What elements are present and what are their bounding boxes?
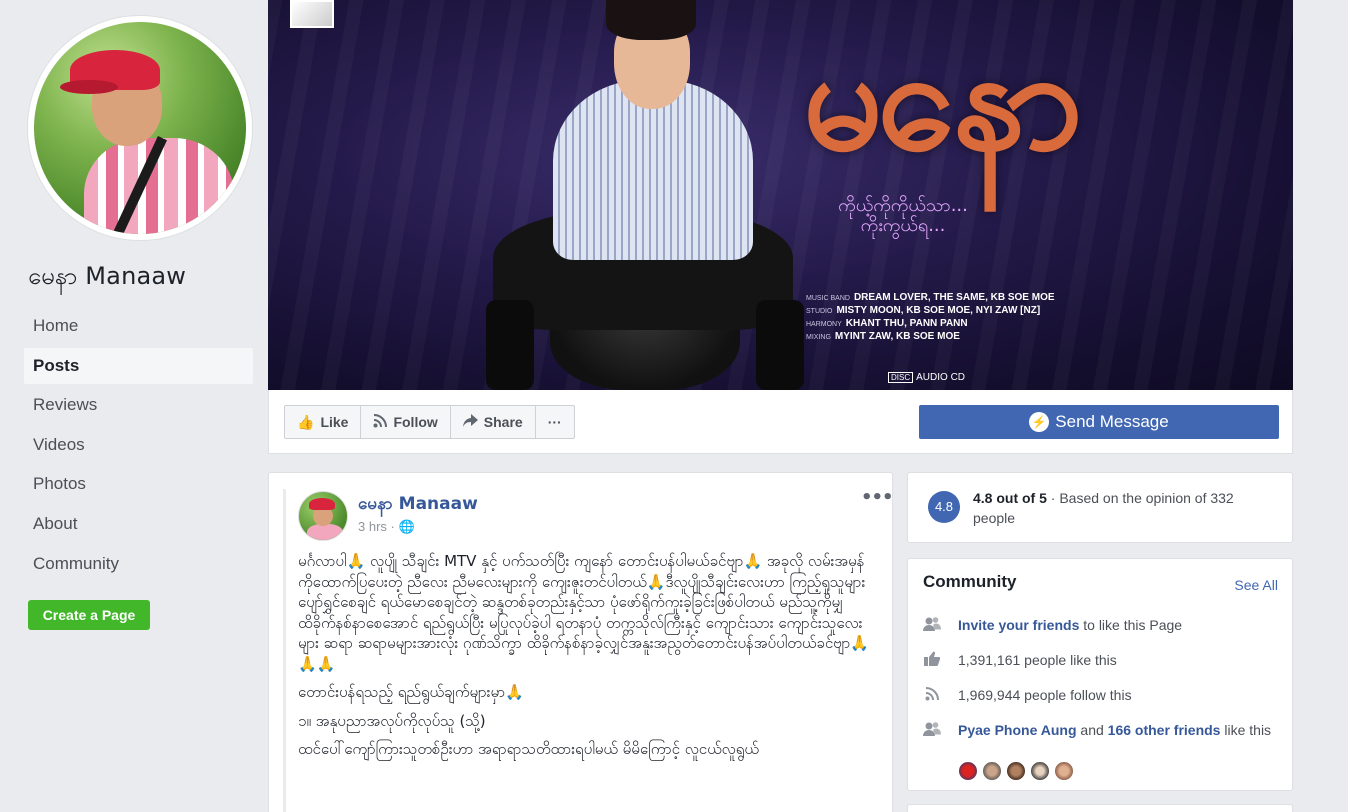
rating-badge: 4.8 — [928, 491, 960, 523]
invite-friends-row: Invite your friends to like this Page — [923, 615, 1283, 635]
friend-avatar[interactable] — [982, 761, 1002, 781]
post-author-avatar[interactable] — [298, 491, 348, 541]
share-button[interactable]: Share — [451, 406, 536, 438]
nav-item-home[interactable]: Home — [24, 308, 253, 344]
invite-friends-link[interactable]: Invite your friends — [958, 617, 1079, 633]
action-buttons: 👍 Like Follow Share ··· — [284, 405, 575, 439]
friend-avatars — [958, 761, 1074, 781]
avatar — [34, 22, 246, 234]
nav-item-community[interactable]: Community — [24, 546, 253, 582]
send-message-button[interactable]: ⚡ Send Message — [919, 405, 1279, 439]
post-paragraph: မင်္ဂလာပါ🙏 လူပျို သီချင်း MTV နှင့် ပက်သ… — [298, 552, 869, 673]
add-friend-icon — [923, 616, 941, 634]
create-page-button[interactable]: Create a Page — [28, 600, 150, 630]
friend-avatar[interactable] — [958, 761, 978, 781]
other-friends-link[interactable]: 166 other friends — [1108, 722, 1221, 738]
rss-icon — [923, 686, 941, 704]
see-all-link[interactable]: See All — [1234, 577, 1278, 593]
post-timestamp[interactable]: 3 hrs · 🌐 — [358, 519, 415, 535]
more-options-button[interactable]: ··· — [536, 406, 574, 438]
friends-icon — [923, 721, 941, 739]
page-nav: Home Posts Reviews Videos Photos About C… — [24, 308, 253, 585]
nav-item-videos[interactable]: Videos — [24, 427, 253, 463]
friend-avatar[interactable] — [1054, 761, 1074, 781]
globe-icon: 🌐 — [398, 519, 415, 534]
friend-avatar[interactable] — [1030, 761, 1050, 781]
nav-item-about[interactable]: About — [24, 506, 253, 542]
page-title[interactable]: မေနာ Manaaw — [28, 260, 186, 296]
left-column: မေနာ Manaaw Home Posts Reviews Videos Ph… — [0, 0, 268, 812]
post-paragraph: တောင်းပန်ရသည့် ရည်ရွယ်ချက်များမှာ🙏 — [298, 683, 524, 701]
rating-summary: 4.8 out of 5 · Based on the opinion of 3… — [973, 490, 1234, 526]
friend-avatar[interactable] — [1006, 761, 1026, 781]
likes-row: 1,391,161 people like this — [923, 650, 1283, 670]
cover-credits: MUSIC BAND DREAM LOVER, THE SAME, KB SOE … — [806, 292, 1055, 342]
post-text: မင်္ဂလာပါ🙏 လူပျို သီချင်း MTV နှင့် ပက်သ… — [298, 551, 878, 768]
next-card — [907, 804, 1293, 812]
follows-row: 1,969,944 people follow this — [923, 685, 1283, 705]
profile-picture[interactable] — [28, 16, 252, 240]
nav-item-reviews[interactable]: Reviews — [24, 387, 253, 423]
action-bar: 👍 Like Follow Share ··· ⚡ Send Message — [268, 390, 1293, 454]
like-button[interactable]: 👍 Like — [285, 406, 362, 438]
post-options-icon[interactable]: ••• — [861, 487, 894, 508]
post-author-name[interactable]: မေနာ Manaaw — [358, 493, 478, 518]
rss-icon — [373, 413, 388, 431]
friends-like-row: Pyae Phone Aung and 166 other friends li… — [923, 720, 1283, 740]
nav-item-posts[interactable]: Posts — [24, 347, 253, 384]
cover-subtitle: ကိုယ့်ကိုကိုယ်သာ... ကိုးကွယ်ရ... — [838, 195, 968, 236]
thumbs-up-icon: 👍 — [297, 413, 315, 430]
cover-title-art: မနော — [803, 18, 1083, 182]
follow-button[interactable]: Follow — [361, 406, 451, 438]
share-icon — [462, 414, 478, 430]
thumbs-up-icon — [923, 651, 941, 669]
rating-card[interactable]: 4.8 4.8 out of 5 · Based on the opinion … — [907, 472, 1293, 543]
post-paragraph: ၁။ အနုပညာအလုပ်ကိုလုပ်သူ (သို့) — [298, 711, 486, 730]
nav-item-photos[interactable]: Photos — [24, 466, 253, 502]
community-card: Community See All Invite your friends to… — [907, 558, 1293, 791]
friend-name-link[interactable]: Pyae Phone Aung — [958, 722, 1077, 738]
cover-photo[interactable]: မနော ကိုယ့်ကိုကိုယ်သာ... ကိုးကွယ်ရ... MU… — [268, 0, 1293, 390]
cover-format-tag: DISC AUDIO CD — [888, 372, 965, 383]
community-title: Community — [923, 572, 1017, 591]
post-paragraph: ထင်ပေါ်ကျော်ကြားသူတစ်ဦးဟာ အရာရာသတိထားရပါ… — [298, 740, 759, 758]
post-card: မေနာ Manaaw 3 hrs · 🌐 ••• မင်္ဂလာပါ🙏 လူပ… — [268, 472, 894, 812]
cover-thumbnail — [290, 0, 334, 28]
messenger-icon: ⚡ — [1029, 412, 1050, 432]
